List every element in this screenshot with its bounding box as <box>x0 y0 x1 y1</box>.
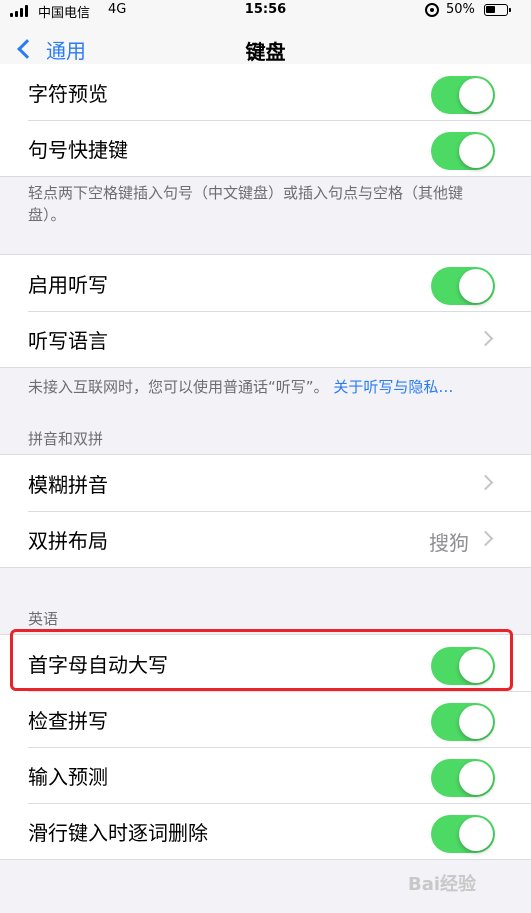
row-label: 句号快捷键 <box>28 137 128 162</box>
predictive-row: 输入预测 <box>0 747 531 803</box>
row-label: 双拼布局 <box>28 528 108 553</box>
status-bar: 中国电信 4G 15:56 50% <box>0 0 531 22</box>
enable-dictation-toggle[interactable] <box>431 267 495 305</box>
orientation-lock-icon <box>425 3 439 17</box>
check-spelling-toggle[interactable] <box>431 703 495 741</box>
dictation-group: 启用听写 听写语言 <box>0 254 531 368</box>
auto-capitalization-toggle[interactable] <box>431 647 495 685</box>
row-label: 首字母自动大写 <box>28 652 168 677</box>
auto-capitalization-row: 首字母自动大写 <box>0 635 531 691</box>
dictation-language-row[interactable]: 听写语言 <box>0 311 531 367</box>
chevron-right-icon <box>477 330 494 347</box>
period-shortcut-toggle[interactable] <box>431 132 495 170</box>
row-label: 模糊拼音 <box>28 472 108 497</box>
period-shortcut-row: 句号快捷键 <box>0 120 531 176</box>
watermark: Bai经验 <box>408 874 477 895</box>
row-label: 滑行键入时逐词删除 <box>28 820 208 845</box>
shuangpin-layout-row[interactable]: 双拼布局 搜狗 <box>0 511 531 567</box>
row-label: 启用听写 <box>28 272 108 297</box>
slide-delete-toggle[interactable] <box>431 815 495 853</box>
predictive-toggle[interactable] <box>431 759 495 797</box>
chevron-right-icon <box>477 530 494 547</box>
dictation-privacy-link[interactable]: 关于听写与隐私… <box>333 378 453 396</box>
row-label: 听写语言 <box>28 328 108 353</box>
row-label: 字符预览 <box>28 81 108 106</box>
english-section-header: 英语 <box>28 610 59 628</box>
character-preview-row: 字符预览 <box>0 64 531 120</box>
slide-delete-row: 滑行键入时逐词删除 <box>0 803 531 859</box>
punctuation-footer: 轻点两下空格键插入句号（中文键盘）或插入句点与空格（其他键盘）。 <box>28 184 464 224</box>
dictation-footer: 未接入互联网时，您可以使用普通话“听写”。 关于听写与隐私… <box>28 376 508 398</box>
shuangpin-layout-value: 搜狗 <box>429 531 469 555</box>
check-spelling-row: 检查拼写 <box>0 691 531 747</box>
fuzzy-pinyin-row[interactable]: 模糊拼音 <box>0 455 531 511</box>
character-preview-toggle[interactable] <box>431 76 495 114</box>
pinyin-section-header: 拼音和双拼 <box>28 430 104 448</box>
battery-icon <box>484 4 511 16</box>
battery-percent: 50% <box>446 2 475 17</box>
page-title: 键盘 <box>245 40 286 64</box>
enable-dictation-row: 启用听写 <box>0 255 531 311</box>
dictation-footer-text: 未接入互联网时，您可以使用普通话“听写”。 <box>28 378 329 396</box>
row-label: 检查拼写 <box>28 708 108 733</box>
chevron-right-icon <box>477 474 494 491</box>
pinyin-group: 模糊拼音 双拼布局 搜狗 <box>0 454 531 568</box>
punctuation-group: 字符预览 句号快捷键 <box>0 64 531 177</box>
english-group: 首字母自动大写 检查拼写 输入预测 滑行键入时逐词删除 <box>0 634 531 860</box>
row-label: 输入预测 <box>28 764 108 789</box>
